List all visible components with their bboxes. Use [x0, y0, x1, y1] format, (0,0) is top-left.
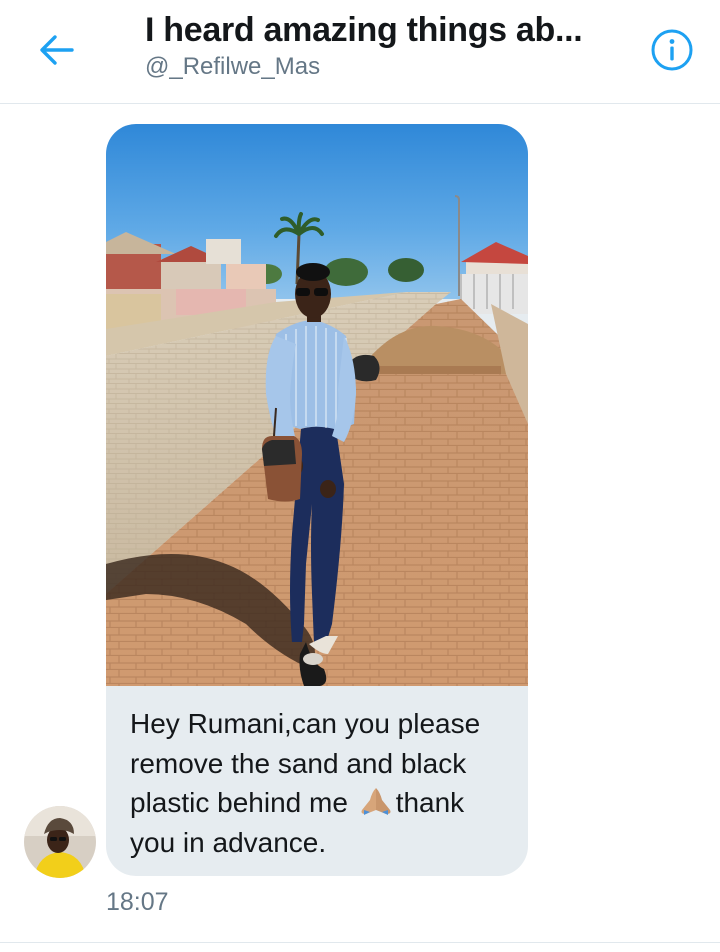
- message-timestamp: 18:07: [106, 888, 169, 916]
- conversation-handle: @_Refilwe_Mas: [145, 53, 321, 80]
- info-icon: [651, 29, 693, 71]
- back-button[interactable]: [30, 26, 82, 74]
- conversation-header: I heard amazing things ab... @_Refilwe_M…: [0, 0, 720, 104]
- message-text: Hey Rumani,can you please remove the san…: [130, 704, 514, 862]
- avatar-image: [24, 806, 96, 878]
- conversation-title-block[interactable]: I heard amazing things ab... @_Refilwe_M…: [145, 8, 615, 82]
- sender-avatar[interactable]: [24, 806, 96, 878]
- bottom-divider: [0, 942, 720, 943]
- message-bubble[interactable]: Hey Rumani,can you please remove the san…: [106, 124, 528, 876]
- arrow-left-icon: [40, 35, 74, 65]
- message-photo[interactable]: [106, 124, 528, 686]
- conversation-title: I heard amazing things ab...: [145, 11, 583, 49]
- info-button[interactable]: [648, 26, 696, 74]
- folded-hands-icon: [361, 788, 391, 815]
